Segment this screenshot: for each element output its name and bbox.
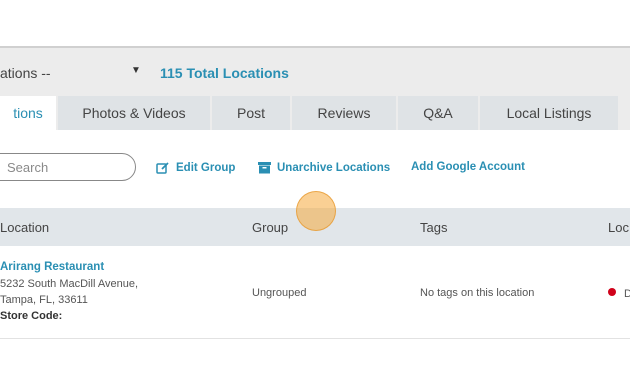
tab-locations[interactable]: tions [0, 96, 58, 130]
location-address-line2: Tampa, FL, 33611 [0, 294, 88, 306]
search-input[interactable] [0, 153, 136, 181]
column-header-loc[interactable]: Loc [608, 220, 629, 235]
tab-qa[interactable]: Q&A [398, 96, 480, 130]
tab-photos-videos[interactable]: Photos & Videos [58, 96, 212, 130]
action-bar: Edit Group Unarchive Locations Add Googl… [0, 151, 630, 187]
add-google-account-label: Add Google Account [411, 161, 525, 173]
toolbar: ations -- ▼ 115 Total Locations [0, 48, 630, 96]
edit-group-button[interactable]: Edit Group [156, 161, 235, 175]
location-select[interactable]: ations -- [0, 65, 51, 81]
store-code-label: Store Code: [0, 310, 63, 322]
locations-panel: ations -- ▼ 115 Total Locations tions Ph… [0, 46, 630, 368]
status-dot-icon [608, 288, 616, 296]
tab-reviews[interactable]: Reviews [292, 96, 398, 130]
tab-bar: tions Photos & Videos Post Reviews Q&A L… [0, 96, 630, 130]
add-google-account-button[interactable]: Add Google Account [411, 161, 525, 173]
archive-box-icon [258, 162, 271, 174]
tags-value: No tags on this location [420, 287, 535, 299]
unarchive-locations-label: Unarchive Locations [277, 161, 391, 174]
chevron-down-icon[interactable]: ▼ [131, 65, 141, 76]
total-locations-link[interactable]: 115 Total Locations [160, 65, 289, 81]
column-header-group[interactable]: Group [252, 220, 288, 235]
location-address-line1: 5232 South MacDill Avenue, [0, 278, 138, 290]
group-value: Ungrouped [252, 287, 307, 299]
tab-local-listings[interactable]: Local Listings [480, 96, 620, 130]
edit-icon [156, 162, 169, 174]
location-name-link[interactable]: Arirang Restaurant [0, 261, 104, 273]
tab-post[interactable]: Post [212, 96, 292, 130]
click-indicator [296, 191, 336, 231]
column-header-location[interactable]: Location [0, 220, 49, 235]
table-row: Arirang Restaurant 5232 South MacDill Av… [0, 246, 630, 339]
column-header-tags[interactable]: Tags [420, 220, 447, 235]
unarchive-locations-button[interactable]: Unarchive Locations [258, 161, 390, 174]
status-text: D [624, 288, 630, 300]
edit-group-label: Edit Group [176, 162, 236, 174]
